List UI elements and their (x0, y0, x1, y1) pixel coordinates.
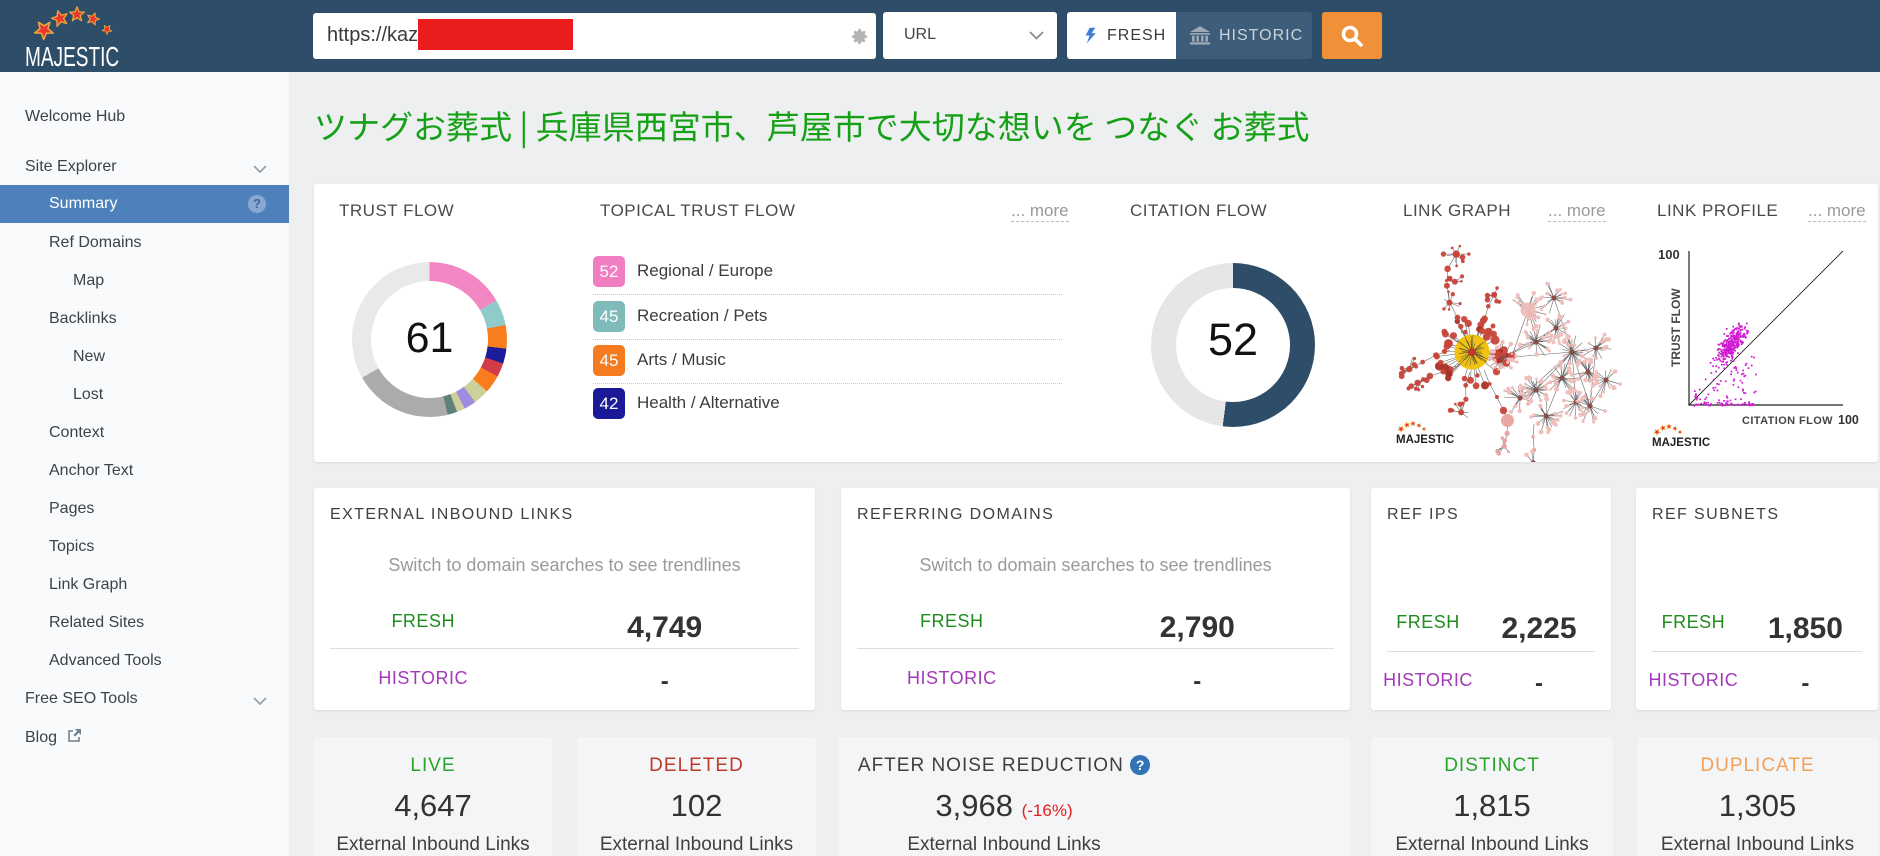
svg-text:CITATION FLOW: CITATION FLOW (1742, 415, 1833, 427)
svg-text:TRUST FLOW: TRUST FLOW (1669, 288, 1683, 367)
svg-text:MAJESTIC: MAJESTIC (1396, 434, 1454, 446)
svg-text:100: 100 (1838, 413, 1859, 427)
svg-text:100: 100 (1658, 247, 1680, 262)
svg-text:MAJESTIC: MAJESTIC (1652, 437, 1710, 449)
